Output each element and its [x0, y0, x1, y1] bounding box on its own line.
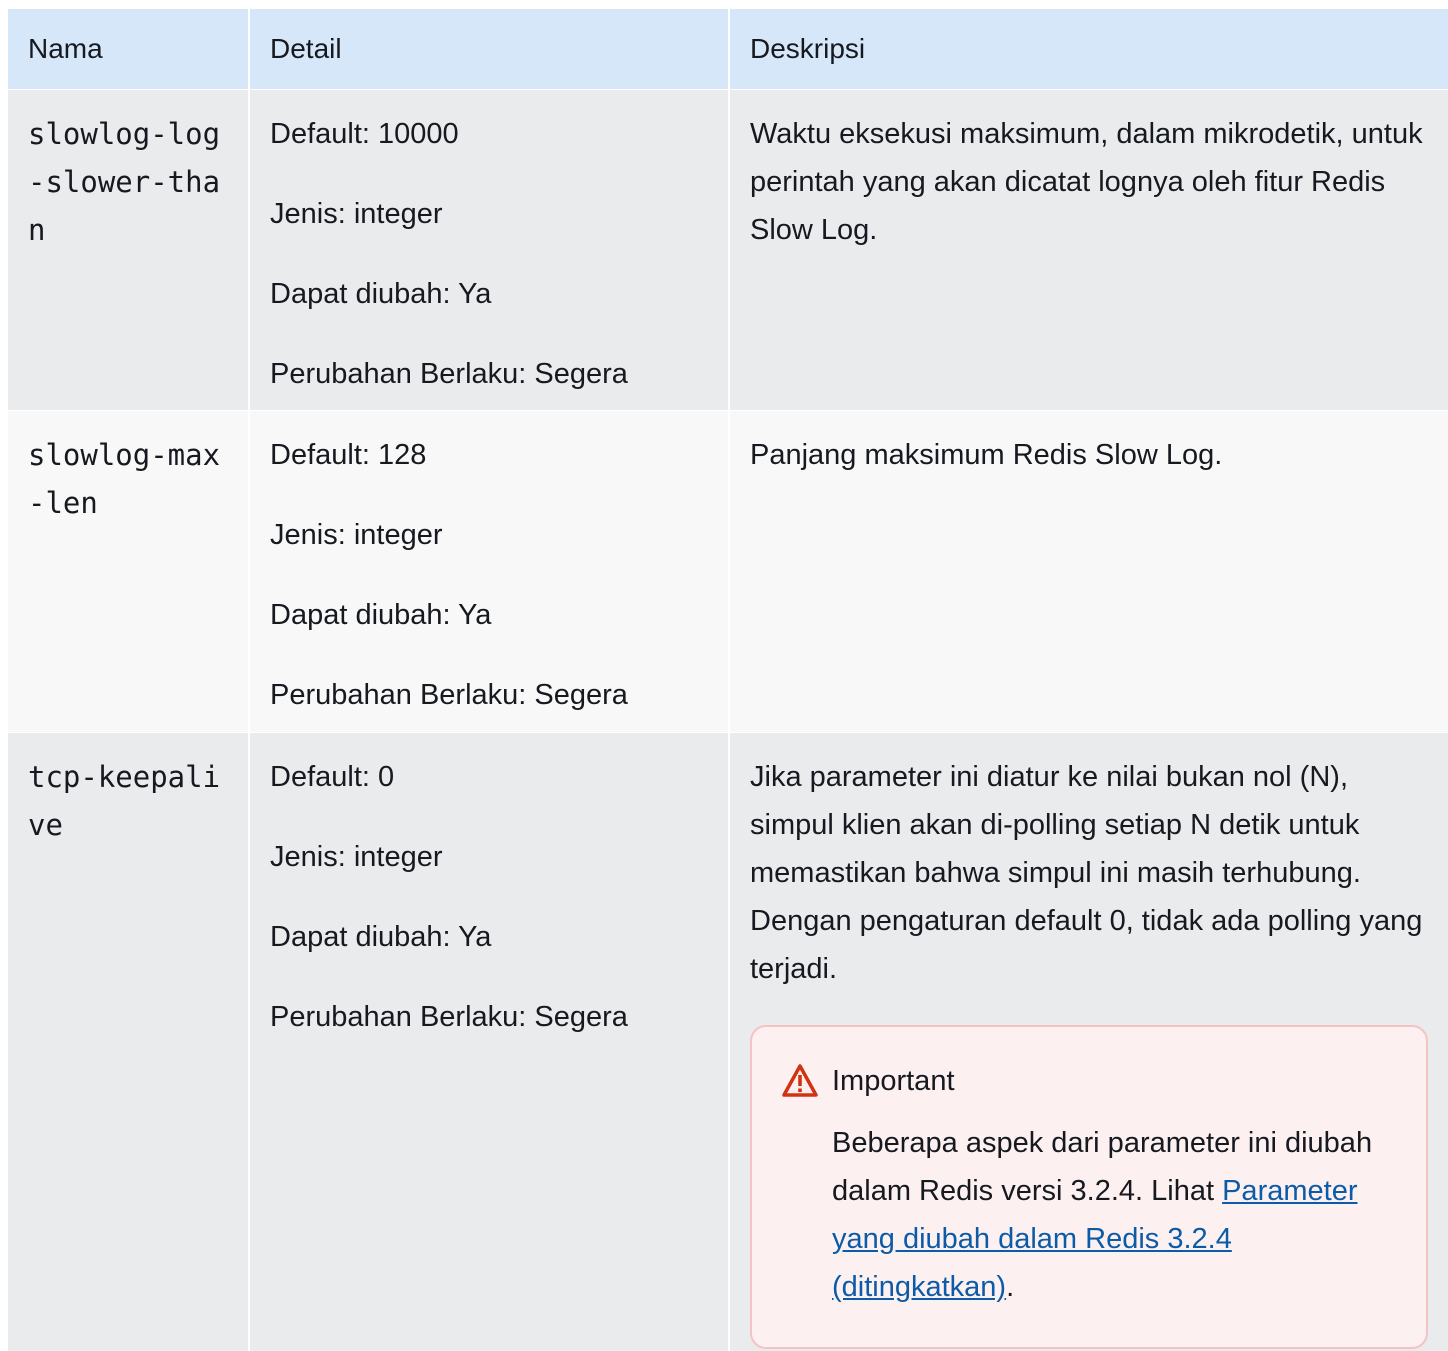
detail-type: Jenis: integer — [270, 519, 443, 551]
detail-change-effect: Perubahan Berlaku: Segera — [270, 358, 628, 390]
table-row: tcp-keepalive Default: 0 Jenis: integer … — [8, 732, 1448, 1351]
detail-modifiable: Dapat diubah: Ya — [270, 278, 492, 310]
alert-body: Beberapa aspek dari parameter ini diubah… — [832, 1119, 1396, 1311]
table-row: slowlog-log-slower-than Default: 10000 J… — [8, 89, 1448, 410]
param-description: Jika parameter ini diatur ke nilai bukan… — [728, 733, 1448, 1351]
detail-modifiable: Dapat diubah: Ya — [270, 599, 492, 631]
table-row: slowlog-max-len Default: 128 Jenis: inte… — [8, 410, 1448, 732]
param-name: slowlog-max-len — [28, 438, 221, 520]
warning-triangle-icon — [782, 1064, 818, 1097]
parameter-table: Nama Detail Deskripsi slowlog-log-slower… — [8, 9, 1448, 1351]
detail-change-effect: Perubahan Berlaku: Segera — [270, 1001, 628, 1033]
detail-default: Default: 128 — [270, 439, 427, 471]
param-description: Waktu eksekusi maksimum, dalam mikrodeti… — [728, 90, 1448, 410]
alert-header: Important — [782, 1061, 1396, 1101]
description-text: Jika parameter ini diatur ke nilai bukan… — [750, 761, 1423, 985]
param-description: Panjang maksimum Redis Slow Log. — [728, 411, 1448, 732]
param-details: Default: 128 Jenis: integer Dapat diubah… — [248, 411, 728, 732]
param-details: Default: 0 Jenis: integer Dapat diubah: … — [248, 733, 728, 1351]
param-details: Default: 10000 Jenis: integer Dapat diub… — [248, 90, 728, 410]
detail-type: Jenis: integer — [270, 198, 443, 230]
param-name: slowlog-log-slower-than — [28, 117, 221, 247]
detail-modifiable: Dapat diubah: Ya — [270, 921, 492, 953]
detail-change-effect: Perubahan Berlaku: Segera — [270, 679, 628, 711]
header-description: Deskripsi — [728, 9, 1448, 89]
param-name: tcp-keepalive — [28, 760, 221, 842]
important-alert: Important Beberapa aspek dari parameter … — [750, 1025, 1428, 1349]
alert-title: Important — [832, 1065, 955, 1097]
header-detail: Detail — [248, 9, 728, 89]
description-text: Panjang maksimum Redis Slow Log. — [750, 439, 1223, 471]
table-header: Nama Detail Deskripsi — [8, 9, 1448, 89]
alert-text-end: . — [1006, 1271, 1015, 1303]
description-text: Waktu eksekusi maksimum, dalam mikrodeti… — [750, 118, 1423, 246]
detail-default: Default: 0 — [270, 761, 395, 793]
detail-type: Jenis: integer — [270, 841, 443, 873]
header-name: Nama — [28, 33, 103, 64]
detail-default: Default: 10000 — [270, 118, 459, 150]
